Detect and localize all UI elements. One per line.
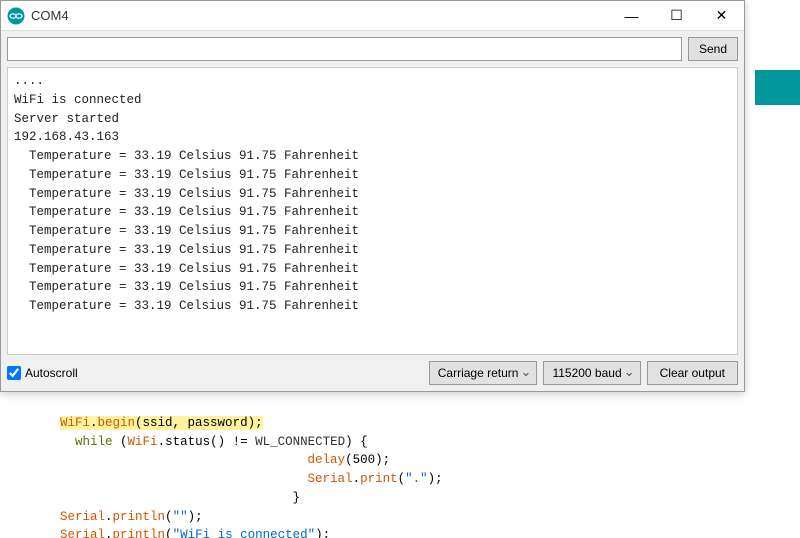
code-token: . [105, 528, 113, 538]
bottom-bar: Autoscroll Carriage return 115200 baud C… [1, 355, 744, 391]
code-token: . [90, 416, 98, 430]
code-token: "." [405, 472, 428, 486]
code-token: "WiFi is connected" [173, 528, 316, 538]
code-token: ) { [345, 435, 368, 449]
arduino-icon [7, 7, 25, 25]
baud-dropdown[interactable]: 115200 baud [543, 361, 640, 385]
code-token: (ssid, password); [135, 416, 263, 430]
serial-monitor-window: COM4 — ☐ ✕ Send .... WiFi is connected S… [0, 0, 745, 392]
ide-header-strip [755, 70, 800, 105]
serial-input[interactable] [7, 37, 682, 61]
window-controls: — ☐ ✕ [609, 1, 744, 30]
autoscroll-checkbox-label[interactable]: Autoscroll [7, 366, 423, 380]
code-token: WiFi [60, 416, 90, 430]
code-token: ( [165, 528, 173, 538]
send-button[interactable]: Send [688, 37, 738, 61]
code-token: println [113, 528, 166, 538]
code-token: ); [428, 472, 443, 486]
input-row: Send [1, 31, 744, 67]
serial-output: .... WiFi is connected Server started 19… [7, 67, 738, 355]
code-token: println [113, 510, 166, 524]
titlebar: COM4 — ☐ ✕ [1, 1, 744, 31]
autoscroll-label: Autoscroll [25, 366, 78, 380]
code-token: delay [308, 453, 346, 467]
code-token: ( [113, 435, 128, 449]
baud-value: 115200 baud [552, 366, 621, 380]
code-token: Serial [60, 510, 105, 524]
autoscroll-checkbox[interactable] [7, 366, 21, 380]
code-token: ( [398, 472, 406, 486]
code-token: "" [173, 510, 188, 524]
code-token: . [353, 472, 361, 486]
code-token: .status() != [158, 435, 256, 449]
code-token: print [360, 472, 398, 486]
code-token: while [75, 435, 113, 449]
line-ending-dropdown[interactable]: Carriage return [429, 361, 538, 385]
code-token: begin [98, 416, 136, 430]
code-token: ); [188, 510, 203, 524]
code-token: ( [165, 510, 173, 524]
minimize-button[interactable]: — [609, 1, 654, 30]
code-token: Serial [308, 472, 353, 486]
code-token: ); [315, 528, 330, 538]
code-token: } [293, 491, 301, 505]
code-token: WiFi [128, 435, 158, 449]
code-token: Serial [60, 528, 105, 538]
close-button[interactable]: ✕ [699, 1, 744, 30]
clear-output-button[interactable]: Clear output [647, 361, 738, 385]
code-token: (500); [345, 453, 390, 467]
code-token: . [105, 510, 113, 524]
maximize-button[interactable]: ☐ [654, 1, 699, 30]
line-ending-value: Carriage return [438, 366, 519, 380]
code-token: WL_CONNECTED [255, 435, 345, 449]
ide-code-editor[interactable]: WiFi.begin(ssid, password); while (WiFi.… [0, 392, 800, 538]
window-title: COM4 [31, 8, 609, 23]
